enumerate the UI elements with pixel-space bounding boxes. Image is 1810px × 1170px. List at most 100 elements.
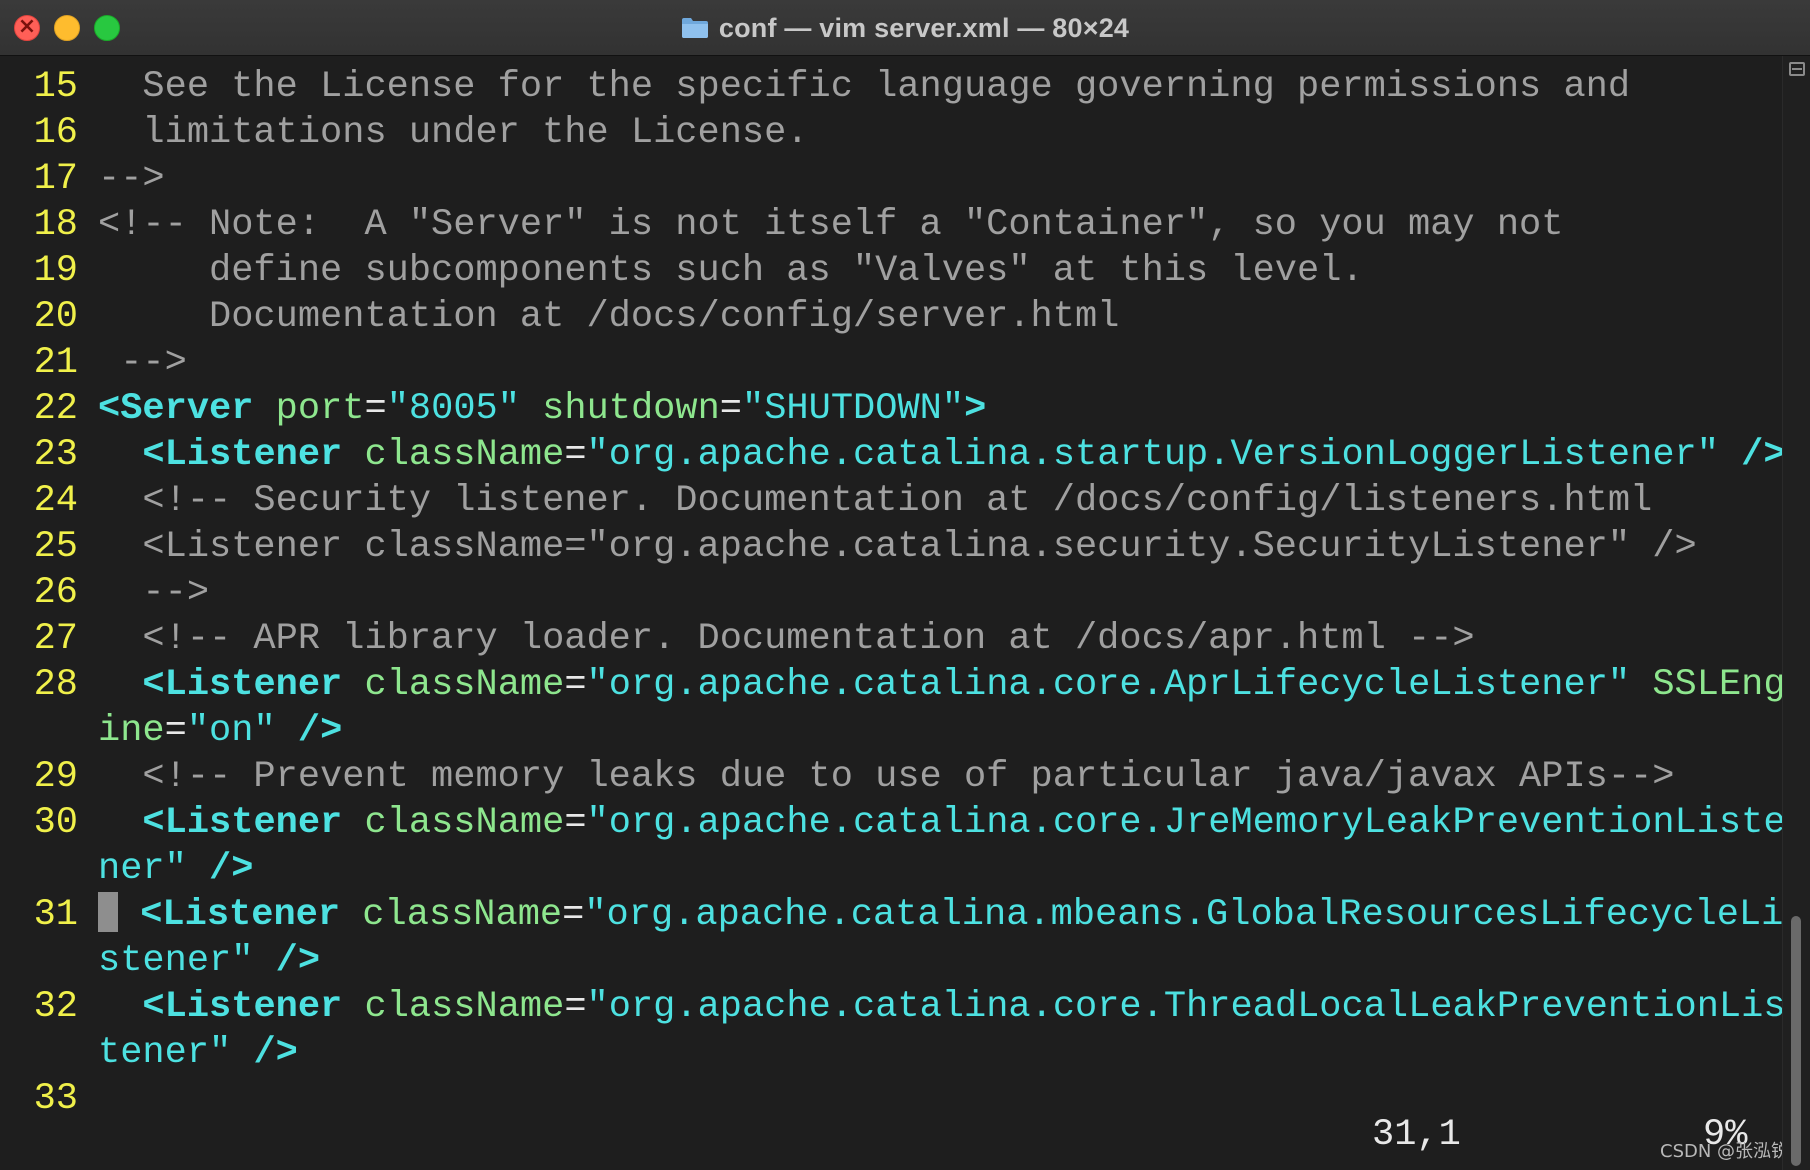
code-token: /> [253,1032,298,1074]
watermark: CSDN @张泓锐 [1660,1141,1790,1162]
code-text: <Listener className="org.apache.catalina… [98,892,1783,938]
code-text: ine="on" /> [98,708,342,754]
code-line[interactable]: 27 <!-- APR library loader. Documentatio… [0,616,1780,662]
window-title-group: conf — vim server.xml — 80×24 [0,0,1810,56]
vim-editor[interactable]: 15 See the License for the specific lang… [0,58,1786,1170]
code-token: --> [98,158,165,200]
code-line[interactable]: ine="on" /> [0,708,1780,754]
code-line[interactable]: 24 <!-- Security listener. Documentation… [0,478,1780,524]
code-line[interactable]: 15 See the License for the specific lang… [0,64,1780,110]
code-line[interactable]: ner" /> [0,846,1780,892]
code-line[interactable]: 26 --> [0,570,1780,616]
code-token: className [364,664,565,706]
code-line[interactable]: 29 <!-- Prevent memory leaks due to use … [0,754,1780,800]
code-line[interactable]: 16 limitations under the License. [0,110,1780,156]
line-number: 23 [33,434,78,476]
line-number: 24 [33,480,78,522]
code-token: See the License for the specific languag… [98,66,1631,108]
code-line[interactable]: 28 <Listener className="org.apache.catal… [0,662,1786,708]
code-line[interactable]: 33 [0,1076,1780,1122]
line-number: 15 [33,66,78,108]
code-token: className [364,986,565,1028]
code-line[interactable]: 18 <!-- Note: A "Server" is not itself a … [0,202,1780,248]
code-token: "org.apache.catalina.core.AprLifecycleLi… [586,664,1631,706]
line-number: 20 [33,296,78,338]
code-text: <Listener className="org.apache.catalina… [98,800,1786,846]
code-line[interactable]: 20 Documentation at /docs/config/server.… [0,294,1780,340]
code-token: <!-- Prevent memory leaks due to use of … [98,756,1675,798]
code-token: /> [1741,434,1786,476]
line-number: 31 [33,894,78,936]
code-line[interactable]: 25 <Listener className="org.apache.catal… [0,524,1780,570]
code-line[interactable]: 31 <Listener className="org.apache.catal… [0,892,1783,938]
code-token: <!-- APR library loader. Documentation a… [98,618,1475,660]
code-token: = [164,710,187,752]
code-token: <Listener [140,894,341,936]
code-token: "SHUTDOWN" [742,388,965,430]
code-token: <Listener [142,802,343,844]
code-token: = [564,664,587,706]
code-line[interactable]: 22 <Server port="8005" shutdown="SHUTDOWN… [0,386,1780,432]
code-line[interactable]: 21 --> [0,340,1780,386]
line-number: 21 [33,342,78,384]
code-token: <Listener [142,664,343,706]
code-line[interactable]: tener" /> [0,1030,1780,1076]
line-number: 28 [33,664,78,706]
code-line[interactable]: stener" /> [0,938,1780,984]
code-token: "8005" [386,388,520,430]
code-line[interactable]: 30 <Listener className="org.apache.catal… [0,800,1786,846]
code-token: = [562,894,585,936]
code-token: <Listener className="org.apache.catalina… [98,526,1697,568]
code-token: <!-- Security listener. Documentation at… [98,480,1653,522]
code-text: --> [98,156,165,202]
code-token: limitations under the License. [98,112,809,154]
code-line[interactable]: 19 define subcomponents such as "Valves"… [0,248,1780,294]
scrollbar[interactable] [1782,56,1810,1170]
code-line[interactable]: 17 --> [0,156,1780,202]
code-text: stener" /> [98,938,320,984]
line-number: 27 [33,618,78,660]
code-text: See the License for the specific languag… [98,64,1630,110]
line-number: 22 [33,388,78,430]
code-token: "org.apache.catalina.core.JreMemoryLeakP… [586,802,1786,844]
code-token: define subcomponents such as "Valves" at… [98,250,1364,292]
code-token: SSLEng [1652,664,1786,706]
code-text: <Listener className="org.apache.catalina… [98,662,1786,708]
cursor-position: 31,1 [1372,1114,1461,1156]
split-view-icon[interactable] [1789,62,1805,76]
code-token: port [275,388,365,430]
title-bar[interactable]: conf — vim server.xml — 80×24 [0,0,1810,56]
line-number: 29 [33,756,78,798]
scroll-thumb[interactable] [1791,916,1801,1166]
code-token: = [364,388,387,430]
text-cursor [98,892,118,932]
code-token: <Listener [142,434,343,476]
code-token: Documentation at /docs/config/server.htm… [98,296,1120,338]
code-line[interactable]: 32 <Listener className="org.apache.catal… [0,984,1786,1030]
code-line[interactable]: 23 <Listener className="org.apache.catal… [0,432,1786,478]
code-token: = [719,388,743,430]
code-token: = [564,986,587,1028]
code-token: <Listener [142,986,343,1028]
code-token: /> [297,710,343,752]
code-token: /> [209,848,254,890]
code-text: --> [98,340,187,386]
code-token: ine [98,710,165,752]
window-title: conf — vim server.xml — 80×24 [718,12,1130,43]
code-token: "org.apache.catalina.mbeans.GlobalResour… [584,894,1784,936]
code-token: "org.apache.catalina.core.ThreadLocalLea… [586,986,1786,1028]
code-text: <Server port="8005" shutdown="SHUTDOWN"> [98,386,986,432]
terminal-window: conf — vim server.xml — 80×24 15 See the… [0,0,1810,1170]
code-text: <Listener className="org.apache.catalina… [98,984,1786,1030]
